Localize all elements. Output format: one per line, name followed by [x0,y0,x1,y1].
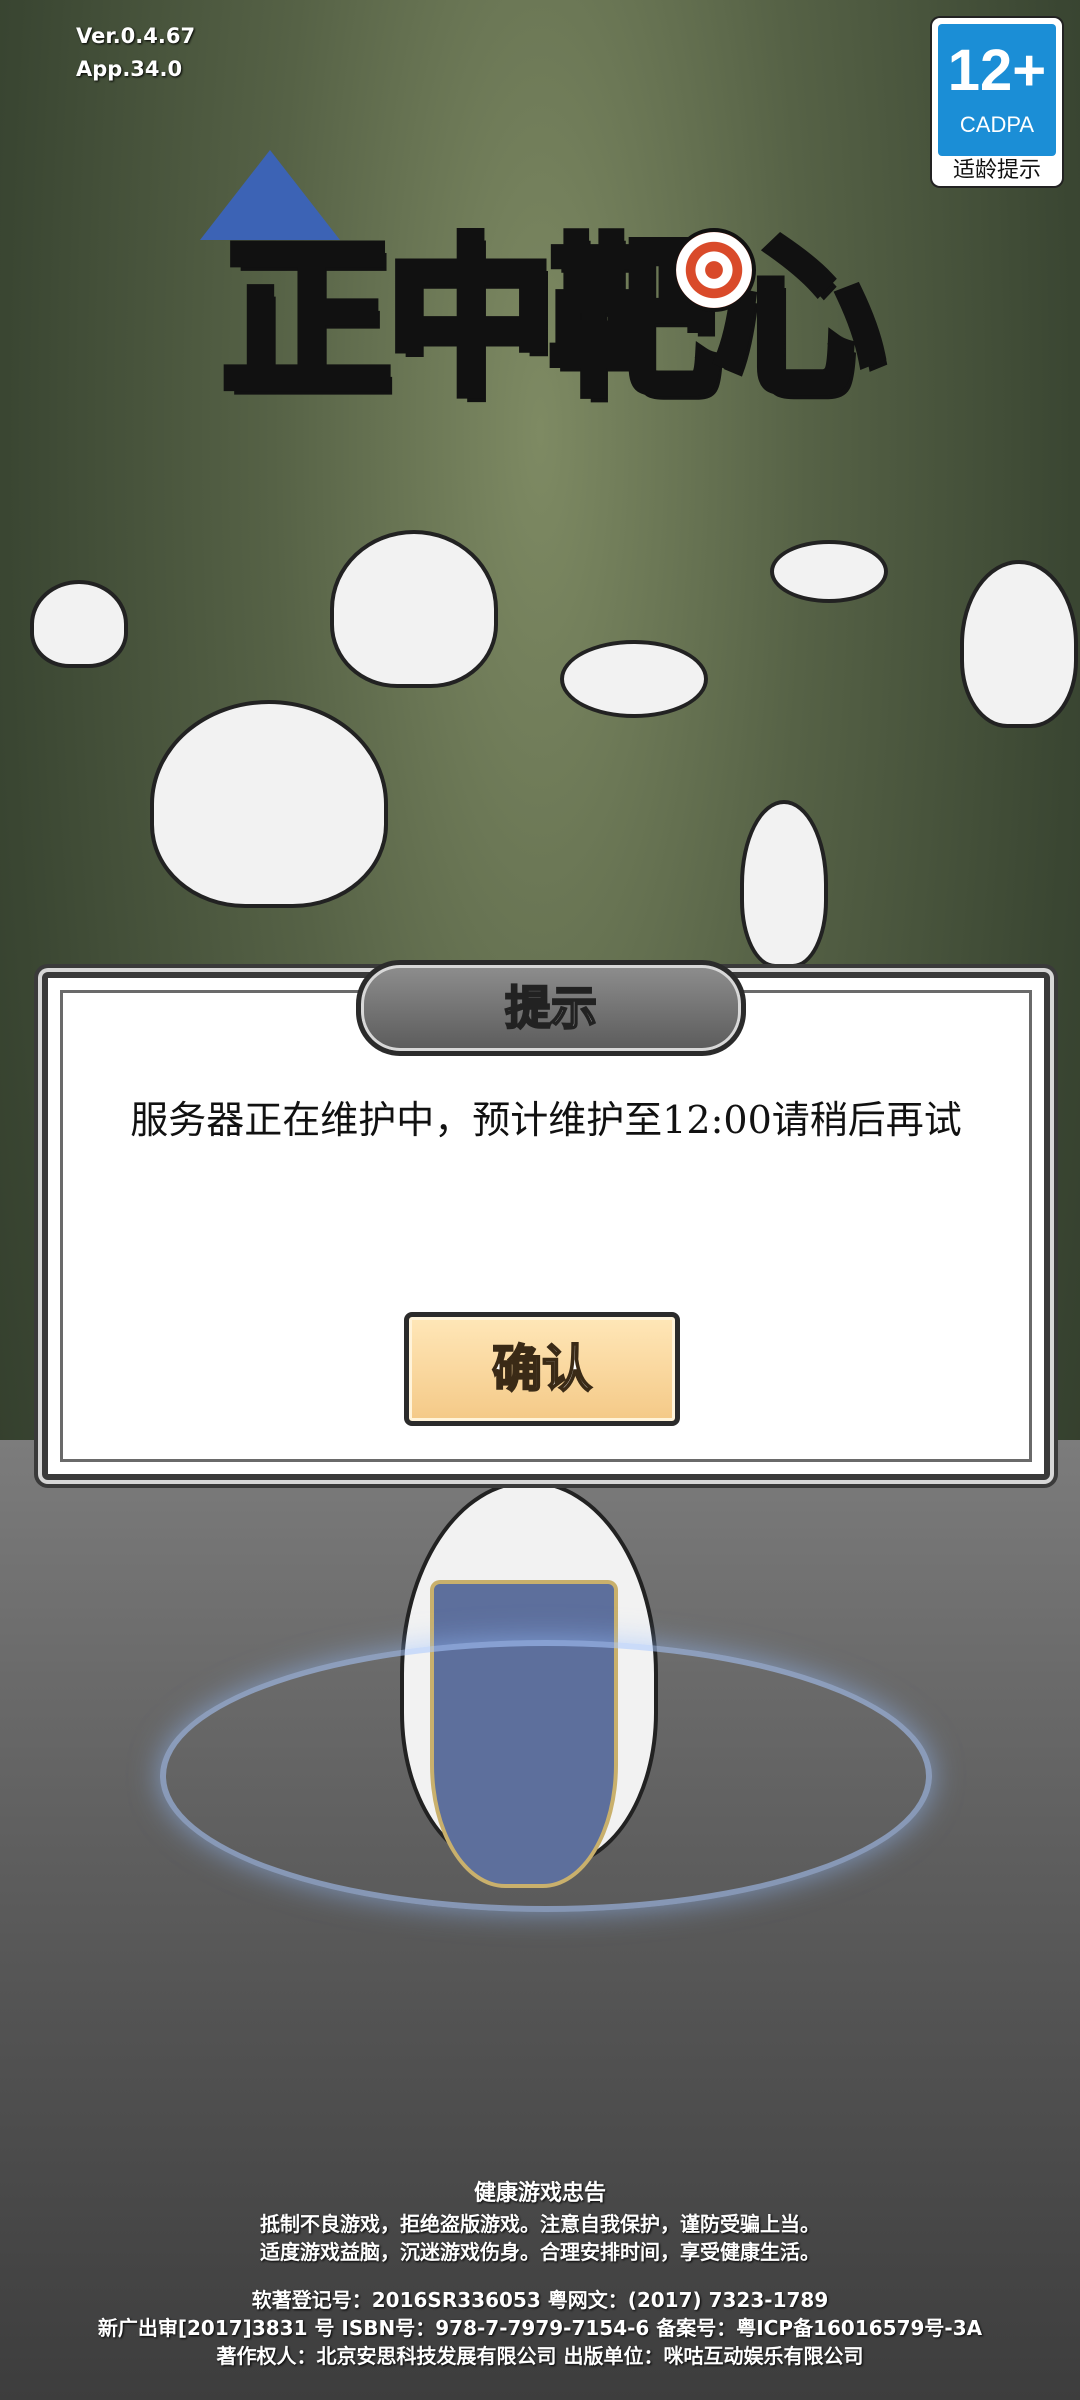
age-rating-caption: 适龄提示 [952,158,1041,183]
registration-line: 著作权人：北京安思科技发展有限公司 出版单位：咪咕互动娱乐有限公司 [216,2344,864,2368]
version-text: Ver.0.4.67 [76,24,196,48]
registration-line: 新广出审[2017]3831 号 ISBN号：978-7-7979-7154-6… [97,2316,983,2340]
app-version-text: App.34.0 [76,57,183,81]
target-icon [672,228,756,312]
health-notice-line: 适度游戏益脑，沉迷游戏伤身。合理安排时间，享受健康生活。 [260,2240,820,2264]
age-rating-panel: 12+ CADPA [938,24,1056,156]
knight-figure [960,560,1078,728]
footer-notice: 健康游戏忠告 抵制不良游戏，拒绝盗版游戏。注意自我保护，谨防受骗上当。 适度游戏… [0,2180,1080,2370]
registration-line: 软著登记号：2016SR336053 粤网文：(2017) 7323-1789 [251,2288,829,2312]
age-rating-org: CADPA [959,112,1035,137]
dialog-message: 服务器正在维护中，预计维护至12:00请稍后再试 [130,1098,962,1142]
version-info: Ver.0.4.67 App.34.0 [76,20,195,86]
muscle-creature-figure [330,530,498,688]
maintenance-dialog: 提示 服务器正在维护中，预计维护至12:00请稍后再试 确认 [42,960,1050,1480]
age-rating-label: 12+ [947,38,1047,103]
confirm-button[interactable]: 确认 [404,1312,680,1426]
slime-blob-small-figure [770,540,888,603]
slime-blob-figure [560,640,708,718]
health-notice-line: 抵制不良游戏，拒绝盗版游戏。注意自我保护，谨防受骗上当。 [260,2212,820,2236]
game-title-logo: 正中靶心 [217,217,888,424]
magic-circle [160,1640,932,1912]
age-rating-badge: 12+ CADPA 适龄提示 [932,18,1062,186]
worm-creature-figure [740,800,828,968]
dialog-title: 提示 [356,960,746,1056]
bald-face-figure [30,580,128,668]
stone-golem-figure [150,700,388,908]
health-notice-title: 健康游戏忠告 [473,2181,606,2206]
